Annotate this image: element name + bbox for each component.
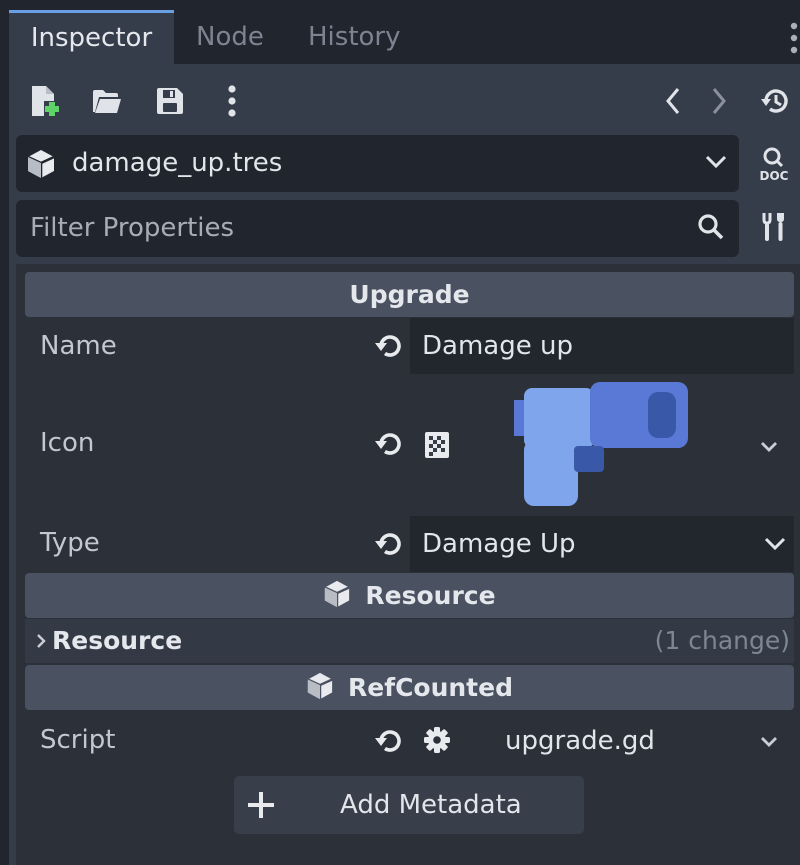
revert-icon[interactable] bbox=[374, 429, 404, 459]
property-label-name: Name bbox=[40, 331, 117, 361]
revert-icon[interactable] bbox=[374, 529, 404, 559]
resource-group-label: Resource bbox=[52, 626, 183, 655]
save-icon[interactable] bbox=[155, 86, 185, 116]
chevron-down-icon[interactable] bbox=[759, 735, 779, 749]
chevron-right-icon[interactable] bbox=[35, 632, 47, 650]
tools-icon[interactable] bbox=[760, 211, 788, 243]
history-icon[interactable] bbox=[760, 87, 790, 115]
property-label-type: Type bbox=[40, 528, 100, 558]
doc-icon[interactable]: DOC bbox=[757, 146, 791, 182]
section-title: Upgrade bbox=[349, 280, 470, 309]
name-value: Damage up bbox=[422, 331, 573, 361]
more-vertical-icon[interactable] bbox=[226, 84, 238, 118]
section-refcounted: RefCounted bbox=[25, 665, 794, 710]
tab-bar: Inspector Node History bbox=[0, 0, 800, 64]
revert-icon[interactable] bbox=[374, 726, 404, 756]
resource-name: damage_up.tres bbox=[72, 148, 283, 178]
forward-icon[interactable] bbox=[710, 87, 728, 115]
change-count: (1 change) bbox=[654, 626, 790, 655]
property-label-icon: Icon bbox=[40, 428, 95, 458]
tab-menu-icon[interactable] bbox=[786, 18, 800, 58]
texture-icon bbox=[424, 431, 450, 459]
add-metadata-label: Add Metadata bbox=[340, 790, 522, 820]
cube-icon bbox=[26, 149, 56, 179]
cube-icon bbox=[323, 580, 351, 608]
chevron-down-icon[interactable] bbox=[704, 153, 728, 171]
cube-icon bbox=[306, 672, 334, 700]
section-title: RefCounted bbox=[347, 673, 513, 702]
chevron-down-icon[interactable] bbox=[759, 440, 779, 454]
chevron-down-icon[interactable] bbox=[763, 535, 787, 553]
section-upgrade: Upgrade bbox=[25, 272, 794, 317]
property-label-script: Script bbox=[40, 725, 116, 755]
doc-label: DOC bbox=[760, 169, 789, 182]
revert-icon[interactable] bbox=[374, 331, 404, 361]
new-resource-icon[interactable] bbox=[30, 85, 60, 117]
tab-node[interactable]: Node bbox=[196, 10, 264, 64]
script-value[interactable]: upgrade.gd bbox=[410, 720, 750, 762]
plus-icon bbox=[247, 791, 275, 819]
open-folder-icon[interactable] bbox=[92, 88, 122, 114]
tab-history[interactable]: History bbox=[308, 10, 401, 64]
back-icon[interactable] bbox=[664, 87, 682, 115]
tab-inspector[interactable]: Inspector bbox=[9, 10, 174, 64]
type-value: Damage Up bbox=[422, 529, 576, 559]
search-icon[interactable] bbox=[697, 213, 725, 241]
section-resource: Resource bbox=[25, 573, 794, 618]
filter-placeholder: Filter Properties bbox=[30, 213, 235, 243]
gun-icon-preview[interactable] bbox=[512, 380, 692, 510]
section-title: Resource bbox=[365, 581, 496, 610]
